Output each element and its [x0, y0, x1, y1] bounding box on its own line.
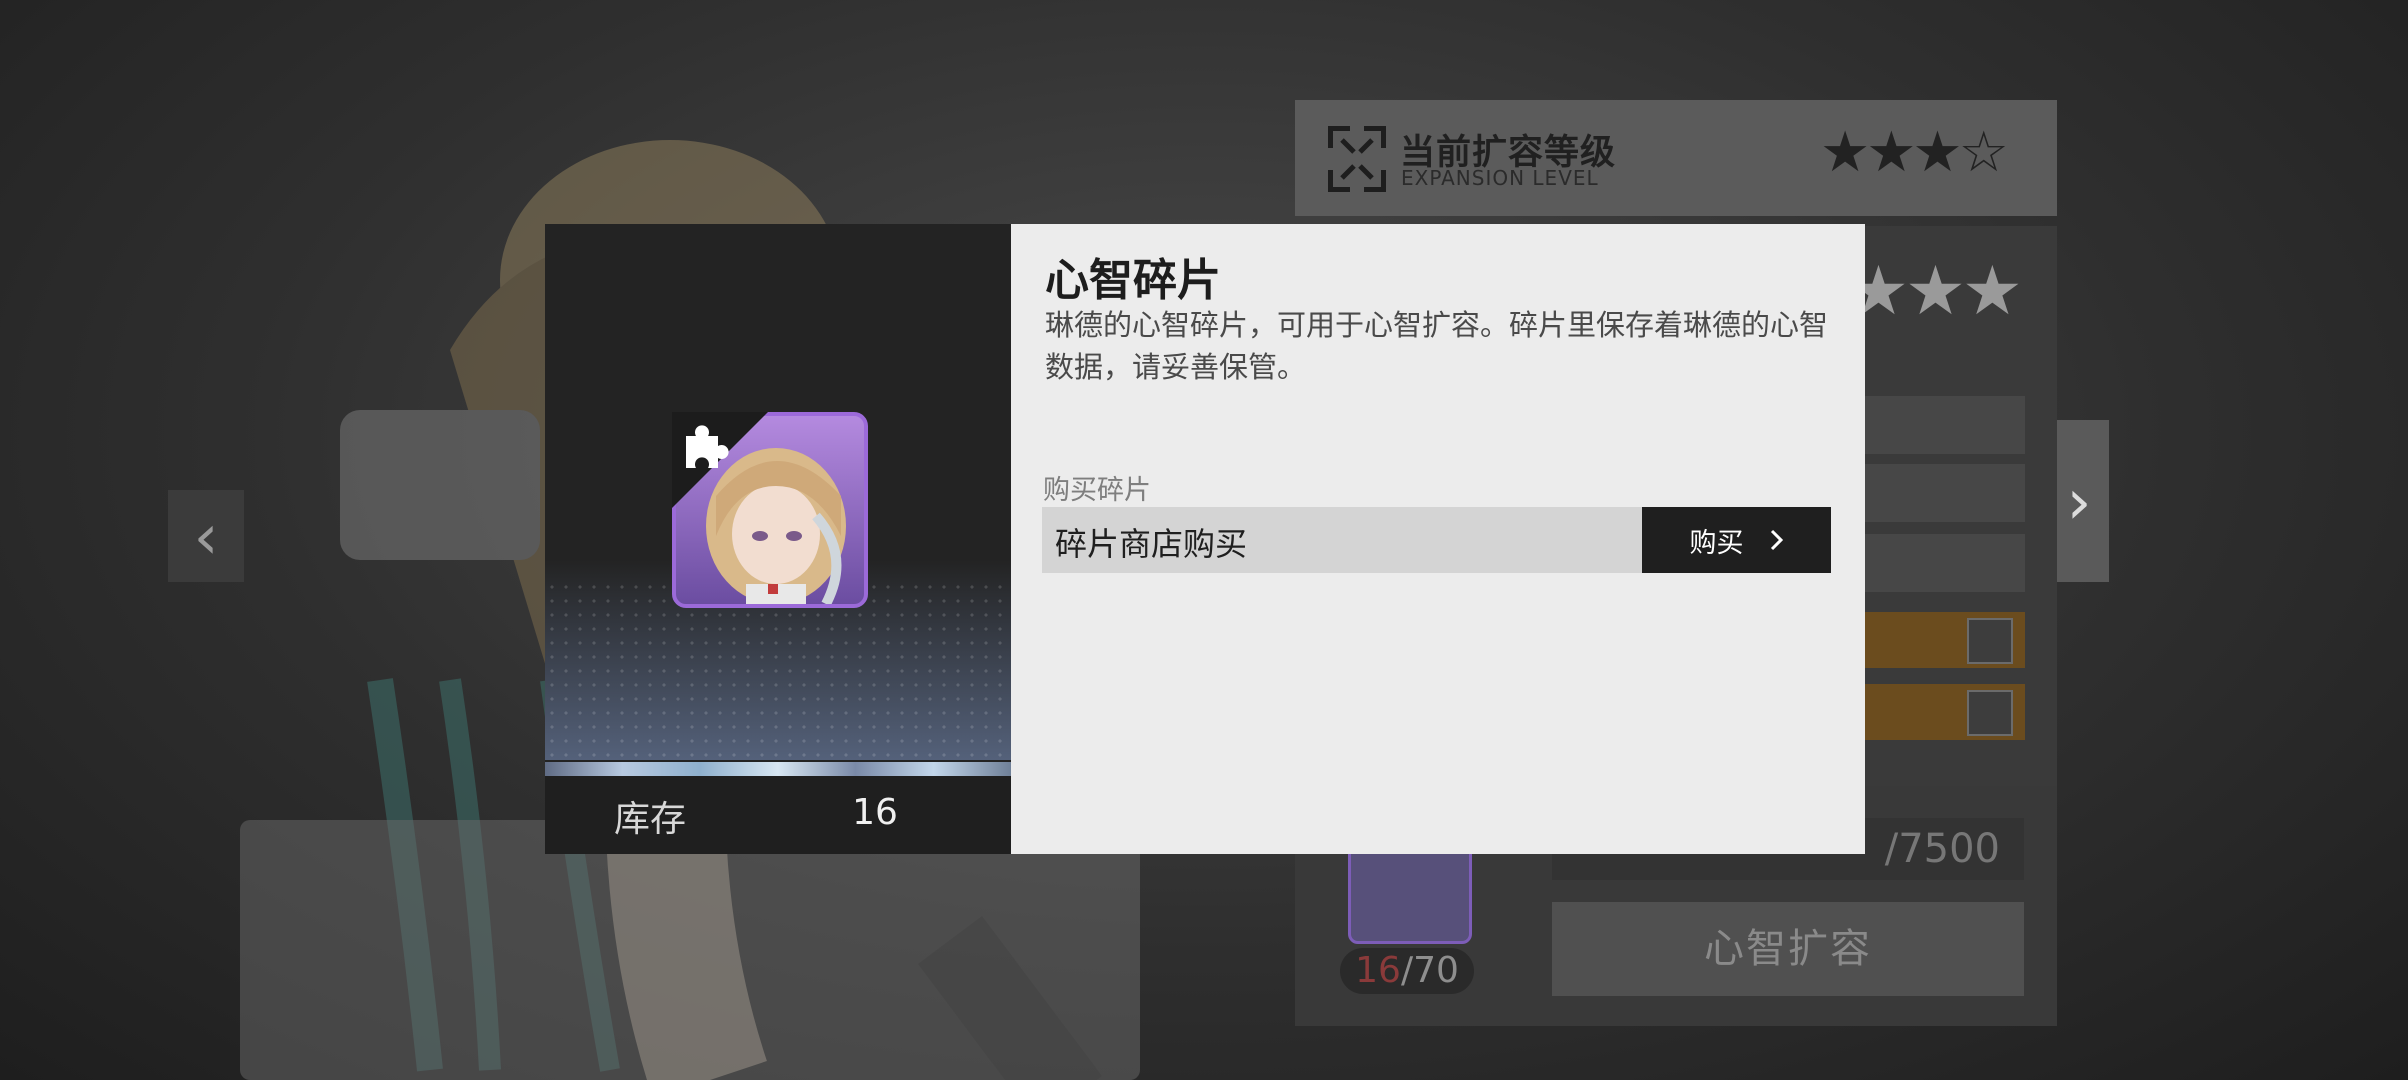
background-crate [240, 820, 1140, 1080]
puzzle-piece-icon [672, 412, 768, 508]
buy-button[interactable]: 购买 [1642, 507, 1831, 573]
mind-expansion-button[interactable]: 心智扩容 [1552, 902, 2024, 996]
expansion-level-subtitle: EXPANSION LEVEL [1401, 166, 1599, 190]
chevron-left-icon: ‹ [193, 499, 219, 573]
item-description: 琳德的心智碎片，可用于心智扩容。碎片里保存着琳德的心智数据，请妥善保管。 [1045, 308, 1829, 384]
item-title: 心智碎片 [1045, 255, 1221, 306]
search-icon[interactable] [1967, 690, 2013, 736]
previous-arrow-button[interactable]: ‹ [168, 490, 244, 582]
buy-button-label: 购买 [1689, 527, 1744, 559]
next-arrow-button[interactable]: › [2049, 420, 2109, 582]
buy-section-label: 购买碎片 [1043, 475, 1151, 506]
search-icon[interactable] [1967, 618, 2013, 664]
stock-label: 库存 [613, 799, 686, 840]
preview-shimmer-bar [545, 762, 1011, 776]
expand-frame-icon [1328, 126, 1386, 192]
target-level-stars: ★★★ [1848, 252, 2023, 331]
buy-source-label: 碎片商店购买 [1055, 525, 1248, 563]
resource-progress-total: /7500 [1884, 826, 2000, 872]
fragment-count-total: /70 [1400, 950, 1459, 991]
chevron-right-icon: › [2066, 464, 2092, 538]
expansion-level-stars: ★★★☆ [1820, 120, 2009, 185]
fragment-count-current: 16 [1355, 950, 1401, 991]
stock-value: 16 [852, 792, 898, 833]
fragment-count-pill: 16/70 [1340, 948, 1474, 994]
chevron-right-icon [1770, 529, 1783, 551]
